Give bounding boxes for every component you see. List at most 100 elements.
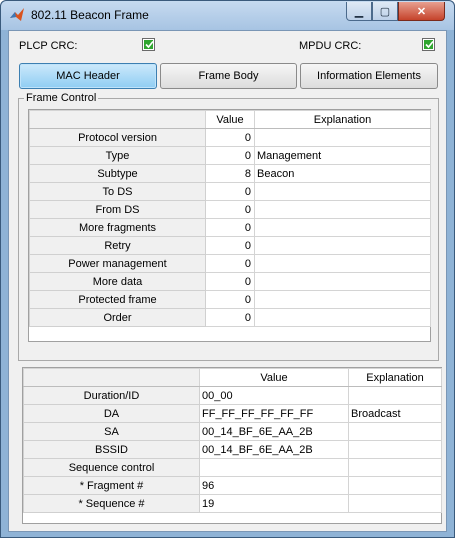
row-header: Subtype: [29, 164, 206, 183]
maximize-icon: ▢: [379, 5, 391, 18]
title-bar[interactable]: 802.11 Beacon Frame ▁ ▢ ✕: [1, 1, 454, 30]
mpdu-crc-label: MPDU CRC:: [299, 40, 362, 52]
row-header: To DS: [29, 182, 206, 201]
row-header: Type: [29, 146, 206, 165]
value-cell[interactable]: 19: [199, 494, 349, 513]
row-header: Retry: [29, 236, 206, 255]
table-row: Power management 0: [29, 254, 431, 273]
value-cell[interactable]: 0: [205, 308, 255, 327]
table-row: Order 0: [29, 308, 431, 327]
table-row: Protocol version 0: [29, 128, 431, 147]
table-row: SA 00_14_BF_6E_AA_2B: [23, 422, 442, 441]
row-header: * Sequence #: [23, 494, 200, 513]
table-row: From DS 0: [29, 200, 431, 219]
table-row: * Fragment #96: [23, 476, 442, 495]
table-row: Sequence control: [23, 458, 442, 477]
row-header: * Fragment #: [23, 476, 200, 495]
table-row: Duration/ID 00_00: [23, 386, 442, 405]
minimize-button[interactable]: ▁: [346, 2, 372, 21]
table-row: Type 0 Management: [29, 146, 431, 165]
value-cell[interactable]: 0: [205, 200, 255, 219]
value-cell[interactable]: 0: [205, 254, 255, 273]
client-area: PLCP CRC: MPDU CRC: MAC Header Frame Bod…: [8, 30, 447, 532]
explanation-cell: [254, 308, 431, 327]
value-cell[interactable]: 0: [205, 182, 255, 201]
value-cell[interactable]: FF_FF_FF_FF_FF_FF: [199, 404, 349, 423]
explanation-cell: [254, 200, 431, 219]
value-cell[interactable]: 00_14_BF_6E_AA_2B: [199, 422, 349, 441]
plcp-crc-checkbox[interactable]: [142, 38, 155, 51]
value-cell[interactable]: 0: [205, 128, 255, 147]
explanation-cell: Beacon: [254, 164, 431, 183]
value-cell[interactable]: [199, 458, 349, 477]
minimize-icon: ▁: [354, 5, 364, 18]
table-row: To DS 0: [29, 182, 431, 201]
matlab-logo-icon: [9, 7, 25, 23]
explanation-cell: [348, 494, 442, 513]
table-row: DA FF_FF_FF_FF_FF_FF Broadcast: [23, 404, 442, 423]
tab-mac-header[interactable]: MAC Header: [19, 63, 157, 89]
maximize-button[interactable]: ▢: [372, 2, 398, 21]
table-row: * Sequence #19: [23, 494, 442, 513]
frame-control-title: Frame Control: [24, 92, 99, 104]
explanation-cell: Broadcast: [348, 404, 442, 423]
table-row: Subtype 8 Beacon: [29, 164, 431, 183]
table-corner: [29, 110, 206, 129]
value-cell[interactable]: 00_00: [199, 386, 349, 405]
explanation-cell: [254, 290, 431, 309]
row-header: Duration/ID: [23, 386, 200, 405]
value-cell[interactable]: 0: [205, 272, 255, 291]
row-header: Sequence control: [23, 458, 200, 477]
explanation-cell: [254, 128, 431, 147]
row-header: DA: [23, 404, 200, 423]
row-header: More data: [29, 272, 206, 291]
close-icon: ✕: [416, 5, 427, 18]
tab-information-elements[interactable]: Information Elements: [300, 63, 438, 89]
value-cell[interactable]: 8: [205, 164, 255, 183]
app-window: 802.11 Beacon Frame ▁ ▢ ✕ PLCP CRC: MPDU…: [0, 0, 455, 538]
explanation-cell: Management: [254, 146, 431, 165]
table-row: More data 0: [29, 272, 431, 291]
table-row: More fragments 0: [29, 218, 431, 237]
value-cell[interactable]: 0: [205, 146, 255, 165]
column-header-value: Value: [199, 368, 349, 387]
table-corner: [23, 368, 200, 387]
explanation-cell: [348, 422, 442, 441]
window-title: 802.11 Beacon Frame: [31, 8, 149, 22]
explanation-cell: [254, 182, 431, 201]
mac-fields-table: Value Explanation Duration/ID 00_00 DA FF_F…: [23, 368, 442, 513]
value-cell[interactable]: 0: [205, 236, 255, 255]
mpdu-crc-checkbox[interactable]: [422, 38, 435, 51]
plcp-crc-label: PLCP CRC:: [19, 40, 78, 52]
value-cell[interactable]: 96: [199, 476, 349, 495]
table-row: BSSID 00_14_BF_6E_AA_2B: [23, 440, 442, 459]
table-row: Protected frame 0: [29, 290, 431, 309]
close-button[interactable]: ✕: [398, 2, 445, 21]
column-header-value: Value: [205, 110, 255, 129]
explanation-cell: [254, 254, 431, 273]
value-cell[interactable]: 00_14_BF_6E_AA_2B: [199, 440, 349, 459]
row-header: BSSID: [23, 440, 200, 459]
table-row: Retry 0: [29, 236, 431, 255]
column-header-explanation: Explanation: [254, 110, 431, 129]
value-cell[interactable]: 0: [205, 218, 255, 237]
explanation-cell: [348, 440, 442, 459]
explanation-cell: [348, 386, 442, 405]
column-header-explanation: Explanation: [348, 368, 442, 387]
explanation-cell: [254, 272, 431, 291]
row-header: SA: [23, 422, 200, 441]
explanation-cell: [254, 218, 431, 237]
value-cell[interactable]: 0: [205, 290, 255, 309]
explanation-cell: [254, 236, 431, 255]
frame-control-panel: Frame Control Value Explanation Protocol…: [18, 92, 439, 361]
explanation-cell: [348, 476, 442, 495]
frame-control-table: Value Explanation Protocol version 0 Type 0…: [29, 110, 431, 327]
row-header: More fragments: [29, 218, 206, 237]
row-header: Protected frame: [29, 290, 206, 309]
row-header: Protocol version: [29, 128, 206, 147]
row-header: From DS: [29, 200, 206, 219]
row-header: Power management: [29, 254, 206, 273]
tab-frame-body[interactable]: Frame Body: [160, 63, 297, 89]
explanation-cell: [348, 458, 442, 477]
row-header: Order: [29, 308, 206, 327]
